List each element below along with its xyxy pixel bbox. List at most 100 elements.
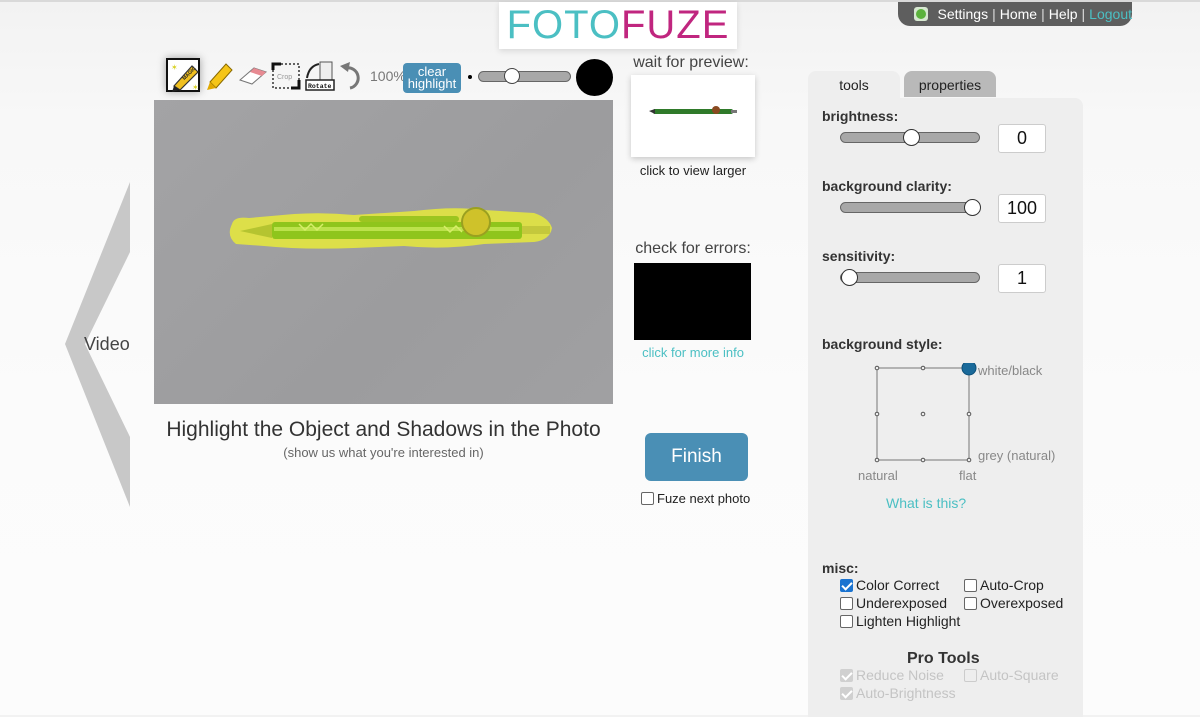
fotofuze-logo[interactable]: FOTO FUZE: [499, 2, 737, 49]
nav-help[interactable]: Help: [1049, 6, 1078, 22]
top-nav: Settings | Home | Help | Logout: [898, 2, 1132, 26]
view-larger-link[interactable]: click to view larger: [625, 163, 761, 178]
auto-brightness-checkbox: [840, 686, 853, 700]
style-point[interactable]: [874, 365, 880, 371]
auto-brightness-option: Auto-Brightness: [840, 685, 956, 701]
tab-tools[interactable]: tools: [808, 71, 900, 99]
fuze-next-photo-label: Fuze next photo: [657, 491, 751, 506]
brush-size-slider[interactable]: [478, 68, 571, 84]
finish-button[interactable]: Finish: [645, 433, 748, 481]
more-info-link[interactable]: click for more info: [625, 345, 761, 360]
instructions-title: Highlight the Object and Shadows in the …: [166, 418, 601, 441]
magic-highlighter-button[interactable]: MAGIC ✶ ✶: [166, 58, 200, 92]
sensitivity-slider[interactable]: [840, 269, 980, 286]
auto-square-label: Auto-Square: [980, 667, 1059, 683]
overexposed-label: Overexposed: [980, 595, 1064, 611]
background-style-picker[interactable]: [872, 363, 977, 468]
background-clarity-slider-knob[interactable]: [964, 199, 981, 216]
auto-crop-checkbox[interactable]: [964, 578, 977, 592]
toolbar: MAGIC ✶ ✶ Crop Rotate 100% clear highlig…: [166, 58, 616, 96]
rotate-button[interactable]: Rotate: [303, 58, 337, 92]
fuze-next-photo-checkbox[interactable]: [641, 492, 654, 505]
instructions-subtitle: (show us what you're interested in): [283, 445, 484, 460]
brush-size-slider-knob[interactable]: [504, 68, 520, 84]
reduce-noise-label: Reduce Noise: [856, 667, 944, 683]
brush-min-dot-icon: [468, 75, 472, 79]
magic-highlighter-icon: MAGIC ✶ ✶: [171, 63, 199, 92]
background-clarity-slider[interactable]: [840, 199, 981, 216]
undo-icon: [340, 62, 360, 90]
reduce-noise-checkbox: [840, 668, 853, 682]
nav-settings[interactable]: Settings: [938, 6, 989, 22]
auto-crop-label: Auto-Crop: [980, 577, 1044, 593]
clear-highlight-button[interactable]: clear highlight: [403, 63, 461, 93]
brightness-input[interactable]: 0: [998, 124, 1046, 153]
brightness-slider-knob[interactable]: [903, 129, 920, 146]
auto-brightness-label: Auto-Brightness: [856, 685, 956, 701]
style-point[interactable]: [920, 411, 926, 417]
lighten-highlight-checkbox[interactable]: [840, 614, 853, 628]
underexposed-label: Underexposed: [856, 595, 948, 611]
video-label[interactable]: Video: [84, 334, 130, 355]
style-point[interactable]: [966, 457, 972, 463]
photo-canvas[interactable]: [154, 100, 613, 404]
underexposed-option[interactable]: Underexposed: [840, 595, 947, 611]
preview-pen-image: [649, 106, 737, 114]
style-point[interactable]: [920, 457, 926, 463]
preview-thumbnail[interactable]: [631, 75, 755, 157]
underexposed-checkbox[interactable]: [840, 596, 853, 610]
fuze-next-photo-option[interactable]: Fuze next photo: [641, 491, 750, 506]
style-point[interactable]: [966, 411, 972, 417]
color-correct-label: Color Correct: [856, 577, 940, 593]
auto-square-checkbox: [964, 668, 977, 682]
logo-fuze: FUZE: [620, 3, 730, 47]
pen-photo: [229, 207, 552, 249]
auto-square-option: Auto-Square: [964, 667, 1059, 683]
rotate-icon: Rotate: [305, 61, 335, 91]
overexposed-option[interactable]: Overexposed: [964, 595, 1063, 611]
color-correct-option[interactable]: Color Correct: [840, 577, 939, 593]
pen-emblem: [461, 207, 491, 237]
lighten-highlight-label: Lighten Highlight: [856, 613, 961, 629]
what-is-this-link[interactable]: What is this?: [886, 495, 966, 511]
eraser-icon: [239, 67, 267, 85]
svg-text:Rotate: Rotate: [308, 83, 332, 90]
svg-text:✶: ✶: [171, 63, 178, 72]
crop-icon: Crop: [271, 62, 301, 90]
error-check-image[interactable]: [634, 263, 751, 340]
svg-text:✶: ✶: [192, 83, 199, 92]
style-point[interactable]: [920, 365, 926, 371]
style-selected-point[interactable]: [961, 363, 977, 376]
brush-max-dot-icon: [576, 59, 613, 96]
sensitivity-label: sensitivity:: [822, 248, 896, 264]
style-point[interactable]: [874, 411, 880, 417]
reduce-noise-option: Reduce Noise: [840, 667, 944, 683]
sensitivity-input[interactable]: 1: [998, 264, 1046, 293]
highlighter-icon: [207, 63, 233, 90]
zoom-level[interactable]: 100%: [370, 68, 406, 84]
background-style-label: background style:: [822, 336, 943, 352]
color-correct-checkbox[interactable]: [840, 578, 853, 592]
crop-button[interactable]: Crop: [269, 58, 303, 92]
highlighter-button[interactable]: [202, 58, 236, 92]
eraser-button[interactable]: [236, 58, 270, 92]
style-point[interactable]: [874, 457, 880, 463]
tab-properties[interactable]: properties: [904, 71, 996, 97]
nav-separator: |: [1081, 6, 1086, 22]
style-label-natural: natural: [858, 468, 898, 483]
preview-label: wait for preview:: [633, 54, 749, 71]
nav-separator: |: [1041, 6, 1045, 22]
style-label-flat: flat: [959, 468, 977, 483]
background-clarity-input[interactable]: 100: [998, 194, 1046, 223]
brightness-slider[interactable]: [840, 129, 980, 146]
logo-foto: FOTO: [506, 3, 621, 47]
auto-crop-option[interactable]: Auto-Crop: [964, 577, 1044, 593]
sensitivity-slider-knob[interactable]: [841, 269, 858, 286]
pro-tools-title: Pro Tools: [907, 650, 980, 667]
undo-button[interactable]: [336, 58, 370, 92]
lighten-highlight-option[interactable]: Lighten Highlight: [840, 613, 960, 629]
nav-home[interactable]: Home: [1000, 6, 1037, 22]
nav-separator: |: [992, 6, 996, 22]
overexposed-checkbox[interactable]: [964, 596, 977, 610]
nav-logout[interactable]: Logout: [1089, 6, 1132, 22]
